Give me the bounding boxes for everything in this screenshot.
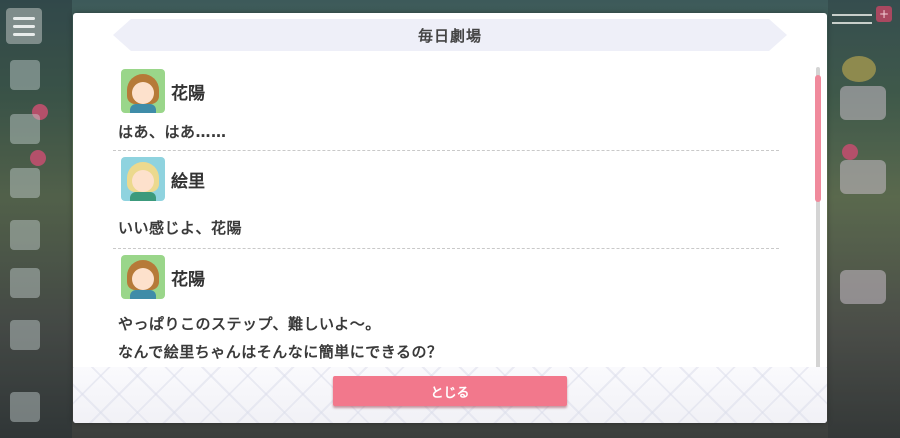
speaker-name: 花陽	[171, 83, 205, 104]
dialog-footer: とじる	[73, 367, 827, 423]
sidebar-icon[interactable]	[10, 220, 40, 250]
dialogue-line: はあ、はあ……	[118, 123, 227, 141]
speaker-name: 絵里	[171, 171, 205, 192]
side-button[interactable]	[840, 86, 886, 120]
daily-theater-dialog: 毎日劇場 花陽 はあ、はあ…… 絵里 いい感じよ、花陽 花陽 やっぱりこのステッ…	[73, 13, 827, 423]
sidebar-icon[interactable]	[10, 60, 40, 90]
dialogue-entry: 花陽 やっぱりこのステップ、難しいよ〜。 なんで絵里ちゃんはそんなに簡単にできる…	[113, 249, 779, 373]
notification-badge	[30, 150, 46, 166]
avatar	[121, 69, 165, 113]
close-button[interactable]: とじる	[333, 376, 567, 406]
mascot-icon	[842, 56, 876, 82]
resource-gauge	[832, 8, 872, 38]
notification-badge	[842, 144, 858, 160]
speaker-name: 花陽	[171, 269, 205, 290]
side-button[interactable]	[840, 270, 886, 304]
avatar	[121, 255, 165, 299]
dialogue-entry: 絵里 いい感じよ、花陽	[113, 151, 779, 249]
side-button[interactable]	[840, 160, 886, 194]
speaker: 花陽	[121, 255, 205, 299]
sidebar-icon[interactable]	[10, 392, 40, 422]
dialogue-line: やっぱりこのステップ、難しいよ〜。	[118, 315, 381, 333]
dialog-title: 毎日劇場	[417, 26, 482, 45]
avatar	[121, 157, 165, 201]
plus-icon[interactable]: +	[876, 6, 892, 22]
sidebar-icon[interactable]	[10, 320, 40, 350]
scrollbar-thumb[interactable]	[815, 75, 821, 202]
dialogue-line: なんで絵里ちゃんはそんなに簡単にできるの？	[118, 343, 443, 361]
speaker: 花陽	[121, 69, 205, 113]
sidebar-icon[interactable]	[10, 114, 40, 144]
dialogue-entry: 花陽 はあ、はあ……	[113, 63, 779, 151]
sidebar-icon[interactable]	[10, 168, 40, 198]
hamburger-menu-icon[interactable]	[6, 8, 42, 44]
dialogue-line: いい感じよ、花陽	[118, 219, 243, 237]
speaker: 絵里	[121, 157, 205, 201]
sidebar-icon[interactable]	[10, 268, 40, 298]
dialogue-list[interactable]: 花陽 はあ、はあ…… 絵里 いい感じよ、花陽 花陽 やっぱりこのステップ、難しい…	[113, 63, 779, 377]
dialog-title-bar: 毎日劇場	[113, 19, 787, 51]
